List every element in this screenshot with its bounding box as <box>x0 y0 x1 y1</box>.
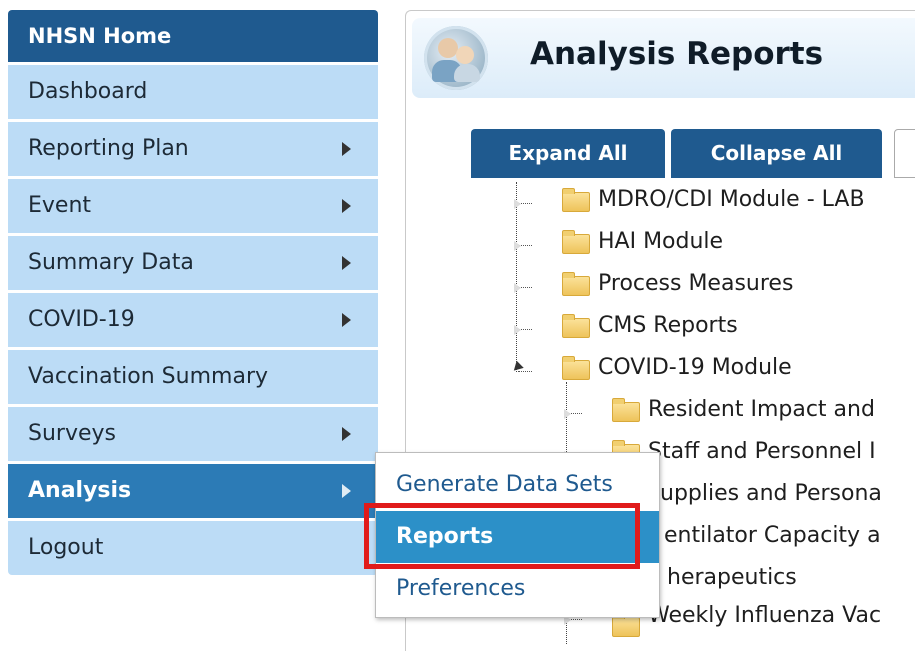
nav-item-label: Event <box>28 193 92 218</box>
expand-arrow-icon[interactable] <box>514 283 521 293</box>
nav-item-vaccination-summary[interactable]: Vaccination Summary <box>8 350 378 404</box>
toolbar-button-partial[interactable] <box>894 129 915 178</box>
folder-icon <box>562 272 590 296</box>
tree-node-label: Staff and Personnel I <box>648 439 876 464</box>
expand-arrow-icon[interactable] <box>564 409 571 419</box>
tree-node-label: upplies and Persona <box>660 481 882 506</box>
nav-item-covid-19[interactable]: COVID-19 <box>8 293 378 347</box>
reports-callout-box <box>364 503 640 569</box>
chevron-right-icon <box>342 427 351 441</box>
folder-icon <box>562 314 590 338</box>
tree-node-label: Resident Impact and <box>648 397 875 422</box>
collapse-all-button[interactable]: Collapse All <box>671 129 882 178</box>
tree-node-label: COVID-19 Module <box>598 355 792 380</box>
expand-arrow-icon[interactable] <box>514 325 521 335</box>
expand-all-button[interactable]: Expand All <box>471 129 665 178</box>
folder-icon <box>612 613 640 637</box>
tree-node-label: HAI Module <box>598 229 724 254</box>
folder-open-icon <box>562 356 590 380</box>
left-nav: NHSN Home Dashboard Reporting Plan Event… <box>8 10 378 575</box>
tree-node-label: CMS Reports <box>598 313 738 338</box>
menu-item-preferences[interactable]: Preferences <box>376 563 659 615</box>
tree-node-hai-module[interactable]: HAI Module <box>514 229 915 259</box>
tree-node-covid-19-module[interactable]: COVID-19 Module <box>510 355 915 385</box>
tree-node-cms-reports[interactable]: CMS Reports <box>514 313 915 343</box>
folder-icon <box>562 230 590 254</box>
nav-item-dashboard[interactable]: Dashboard <box>8 65 378 119</box>
tree-node-resident-impact[interactable]: Resident Impact and <box>564 397 915 427</box>
nav-item-surveys[interactable]: Surveys <box>8 407 378 461</box>
nav-item-label: Reporting Plan <box>28 136 189 161</box>
chevron-right-icon <box>342 484 351 498</box>
chevron-right-icon <box>342 199 351 213</box>
folder-icon <box>612 398 640 422</box>
nav-item-summary-data[interactable]: Summary Data <box>8 236 378 290</box>
chevron-right-icon <box>342 142 351 156</box>
nav-item-label: COVID-19 <box>28 307 135 332</box>
tree-node-label: herapeutics <box>667 565 797 590</box>
nav-item-label: Summary Data <box>28 250 194 275</box>
nav-item-label: Vaccination Summary <box>28 364 269 389</box>
tree-node-label: Process Measures <box>598 271 794 296</box>
chevron-right-icon <box>342 313 351 327</box>
tree-node-label: MDRO/CDI Module - LAB <box>598 187 865 212</box>
chevron-right-icon <box>342 256 351 270</box>
nav-item-analysis[interactable]: Analysis <box>8 464 378 518</box>
caregiver-photo-icon <box>424 26 488 90</box>
nav-item-event[interactable]: Event <box>8 179 378 233</box>
nav-home-link[interactable]: NHSN Home <box>8 10 378 62</box>
tree-node-mdro-cdi[interactable]: MDRO/CDI Module - LAB <box>514 187 915 217</box>
page-title: Analysis Reports <box>530 36 824 72</box>
tree-node-process-measures[interactable]: Process Measures <box>514 271 915 301</box>
nav-item-label: Logout <box>28 535 104 560</box>
expand-arrow-icon[interactable] <box>514 241 521 251</box>
nav-item-label: Analysis <box>28 478 132 503</box>
folder-icon <box>562 188 590 212</box>
tree-node-label: entilator Capacity a <box>664 523 881 548</box>
nav-item-logout[interactable]: Logout <box>8 521 378 575</box>
expand-arrow-icon[interactable] <box>514 199 521 209</box>
nav-item-label: Surveys <box>28 421 116 446</box>
nav-item-label: Dashboard <box>28 79 148 104</box>
tree-node-label: Weekly Influenza Vac <box>648 603 882 628</box>
nav-item-reporting-plan[interactable]: Reporting Plan <box>8 122 378 176</box>
